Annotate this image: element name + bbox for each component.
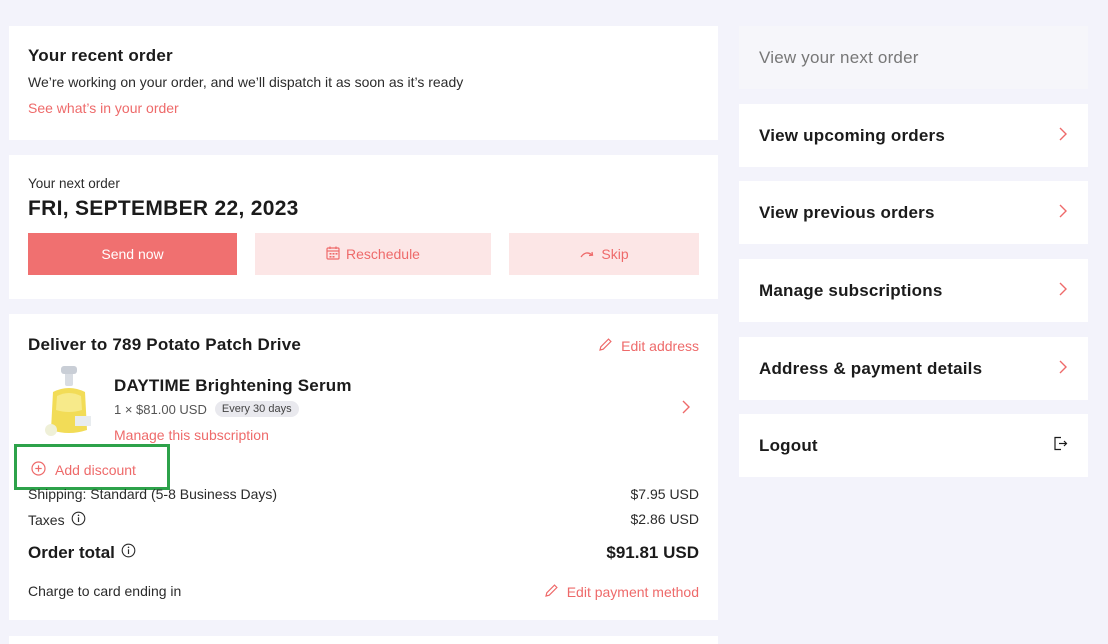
recent-order-title: Your recent order [28,46,173,65]
sidebar-item-logout[interactable]: Logout [739,414,1088,477]
sidebar-item-label: View your next order [759,47,919,67]
manage-subscription-link[interactable]: Manage this subscription [114,427,269,443]
see-order-link[interactable]: See what’s in your order [28,100,699,116]
edit-address-link[interactable]: Edit address [598,337,699,355]
info-icon[interactable] [121,543,136,563]
logout-icon [1053,436,1068,456]
sidebar-item-manage-subscriptions[interactable]: Manage subscriptions [739,259,1088,322]
sidebar-item-label: Logout [759,435,818,455]
shipping-label: Shipping: Standard (5-8 Business Days) [28,486,278,502]
recent-order-card: Your recent order We’re working on your … [9,26,718,140]
chevron-right-icon [1058,203,1068,223]
frequency-badge: Every 30 days [214,401,299,417]
product-image [39,366,101,438]
next-card-partial [9,636,718,644]
pencil-icon [544,583,559,601]
sidebar-item-previous-orders[interactable]: View previous orders [739,181,1088,244]
product-qty-price: 1 × $81.00 USD [114,401,207,417]
sidebar-item-upcoming-orders[interactable]: View upcoming orders [739,104,1088,167]
skip-arrow-icon [579,246,595,262]
send-now-label: Send now [101,246,164,262]
delivery-card: Deliver to 789 Potato Patch Drive Edit a… [9,314,718,620]
sidebar-item-address-payment[interactable]: Address & payment details [739,337,1088,400]
charge-row: Charge to card ending in Edit payment me… [28,583,699,601]
deliver-to-title: Deliver to 789 Potato Patch Drive [28,335,302,354]
sidebar-item-label: Address & payment details [759,358,983,378]
next-order-card: Your next order FRI, SEPTEMBER 22, 2023 … [9,155,718,299]
chevron-right-icon[interactable] [681,400,691,419]
info-icon[interactable] [71,511,86,529]
taxes-label: Taxes [28,512,65,528]
chevron-right-icon [1058,281,1068,301]
sidebar-item-label: Manage subscriptions [759,280,943,300]
highlight-box [14,444,170,490]
edit-address-label: Edit address [621,338,699,354]
taxes-label-group: Taxes [28,511,86,529]
order-total-label: Order total [28,543,115,562]
order-total-value: $91.81 USD [606,543,699,562]
edit-payment-label: Edit payment method [566,584,699,600]
send-now-button[interactable]: Send now [28,233,237,275]
sidebar-item-next-order[interactable]: View your next order [739,26,1088,89]
order-total-row: Order total $91.81 USD [28,543,699,563]
sidebar-item-label: View previous orders [759,202,935,222]
reschedule-label: Reschedule [346,246,420,262]
recent-order-description: We’re working on your order, and we’ll d… [28,74,464,90]
shipping-row: Shipping: Standard (5-8 Business Days) $… [28,486,699,502]
charge-label: Charge to card ending in [28,583,182,599]
skip-button[interactable]: Skip [509,233,699,275]
taxes-row: Taxes $2.86 USD [28,511,699,529]
next-order-label: Your next order [28,176,120,191]
chevron-right-icon [1058,126,1068,146]
skip-label: Skip [601,246,629,262]
pencil-icon [598,337,613,355]
reschedule-button[interactable]: Reschedule [255,233,491,275]
sidebar-item-label: View upcoming orders [759,125,946,145]
product-meta: 1 × $81.00 USD Every 30 days [114,401,299,417]
taxes-value: $2.86 USD [630,511,699,527]
edit-payment-link[interactable]: Edit payment method [544,583,699,601]
next-order-date: FRI, SEPTEMBER 22, 2023 [28,197,299,220]
calendar-icon [326,246,340,263]
shipping-value: $7.95 USD [630,486,699,502]
order-total-label-group: Order total [28,543,136,563]
chevron-right-icon [1058,359,1068,379]
product-name: DAYTIME Brightening Serum [114,376,352,395]
